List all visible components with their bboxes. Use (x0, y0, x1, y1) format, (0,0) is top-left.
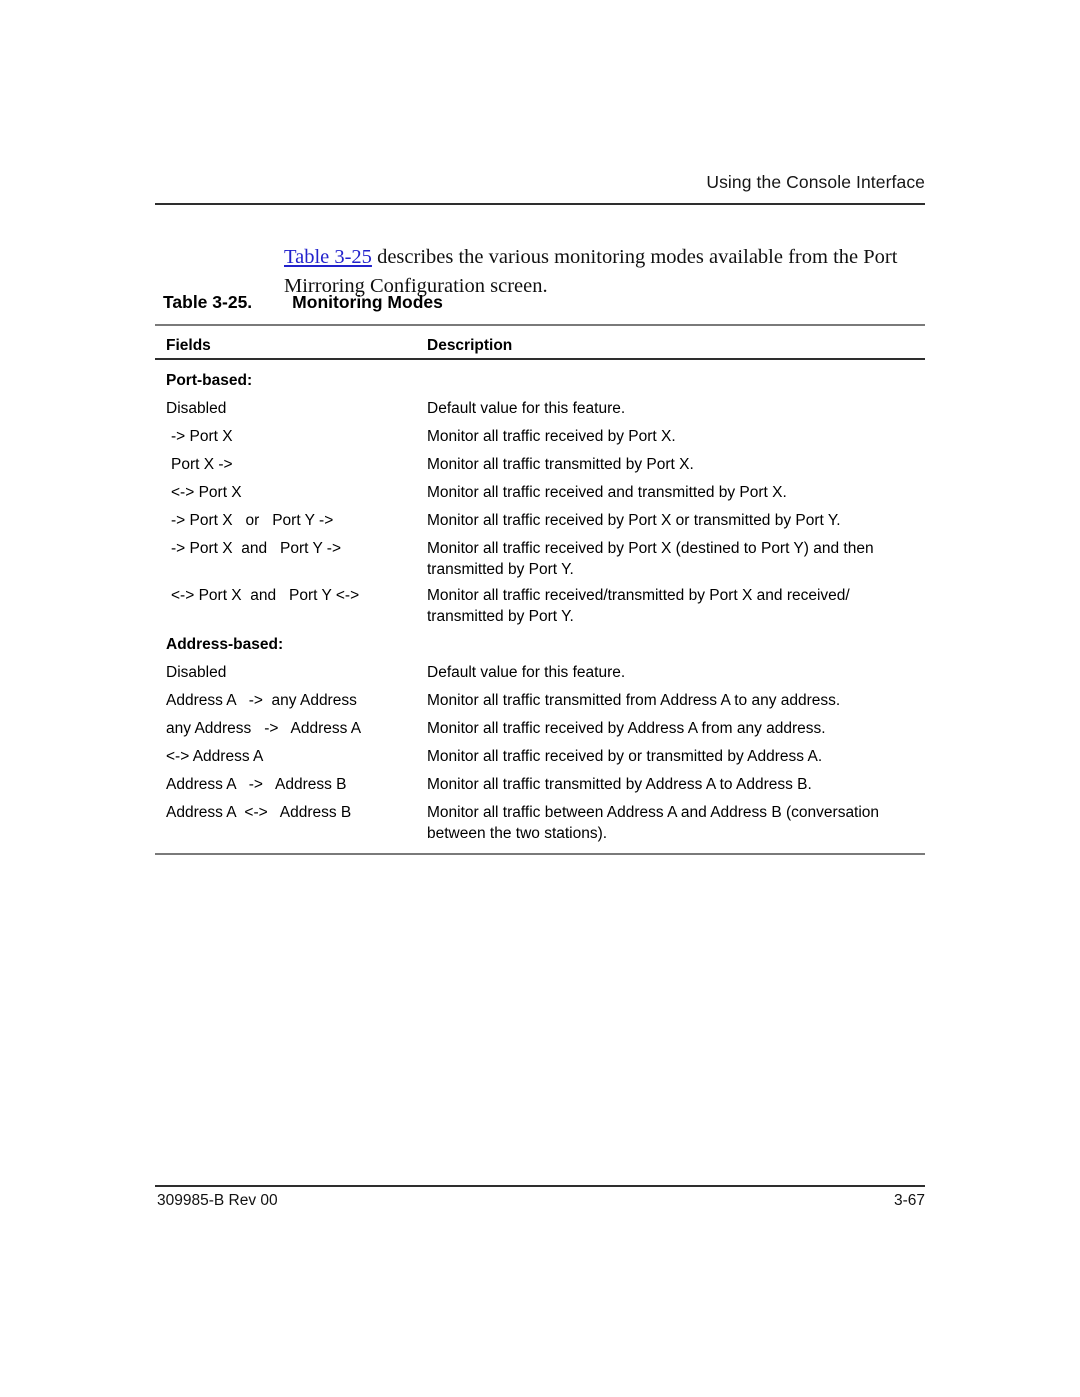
row-field: Address A -> Address B (166, 776, 347, 793)
row-description: Monitor all traffic transmitted from Add… (427, 692, 841, 709)
row-field: Port X -> (171, 456, 233, 473)
document-page: Using the Console Interface Table 3-25 d… (0, 0, 1080, 1397)
running-header-title: Using the Console Interface (706, 172, 925, 192)
row-description: Monitor all traffic received by Port X o… (427, 512, 841, 529)
row-description: Default value for this feature. (427, 664, 626, 681)
table-caption: Table 3-25. Monitoring Modes (163, 292, 443, 313)
row-description: Monitor all traffic transmitted by Addre… (427, 776, 812, 793)
row-field: -> Port X and Port Y -> (171, 540, 342, 557)
row-description: Monitor all traffic between Address A an… (427, 804, 880, 842)
table-top-rule (155, 324, 925, 326)
row-description: Default value for this feature. (427, 400, 626, 417)
row-field: Disabled (166, 400, 227, 417)
row-field: -> Port X or Port Y -> (171, 512, 334, 529)
table-number-label: Table 3-25. (163, 292, 253, 312)
row-field: <-> Address A (166, 748, 264, 765)
footer-divider (155, 1185, 925, 1187)
row-field: <-> Port X and Port Y <-> (171, 587, 360, 604)
row-field: -> Port X (171, 428, 233, 445)
row-field: <-> Port X (171, 484, 242, 501)
row-field: Address A -> any Address (166, 692, 357, 709)
row-description: Monitor all traffic received by Port X (… (427, 540, 874, 578)
row-field: Address A <-> Address B (166, 804, 352, 821)
table-cross-reference-link[interactable]: Table 3-25 (284, 246, 372, 268)
row-field: any Address -> Address A (166, 720, 362, 737)
row-description: Monitor all traffic received by Port X. (427, 428, 676, 445)
row-description: Monitor all traffic received by or trans… (427, 748, 823, 765)
table-header-rule (155, 358, 925, 360)
row-description: Monitor all traffic received and transmi… (427, 484, 787, 501)
row-field: Address-based: (166, 636, 284, 653)
row-description: Monitor all traffic transmitted by Port … (427, 456, 694, 473)
row-description: Monitor all traffic received by Address … (427, 720, 826, 737)
column-header-description: Description (427, 337, 513, 354)
column-header-fields: Fields (166, 337, 211, 354)
row-field: Disabled (166, 664, 227, 681)
table-caption-text: Monitoring Modes (292, 292, 443, 312)
table-bottom-rule (155, 853, 925, 855)
intro-paragraph-text: describes the various monitoring modes a… (284, 245, 898, 297)
row-field: Port-based: (166, 372, 253, 389)
header-divider (155, 203, 925, 205)
footer-page-number: 3-67 (893, 1192, 925, 1209)
row-description: Monitor all traffic received/transmitted… (427, 587, 850, 625)
